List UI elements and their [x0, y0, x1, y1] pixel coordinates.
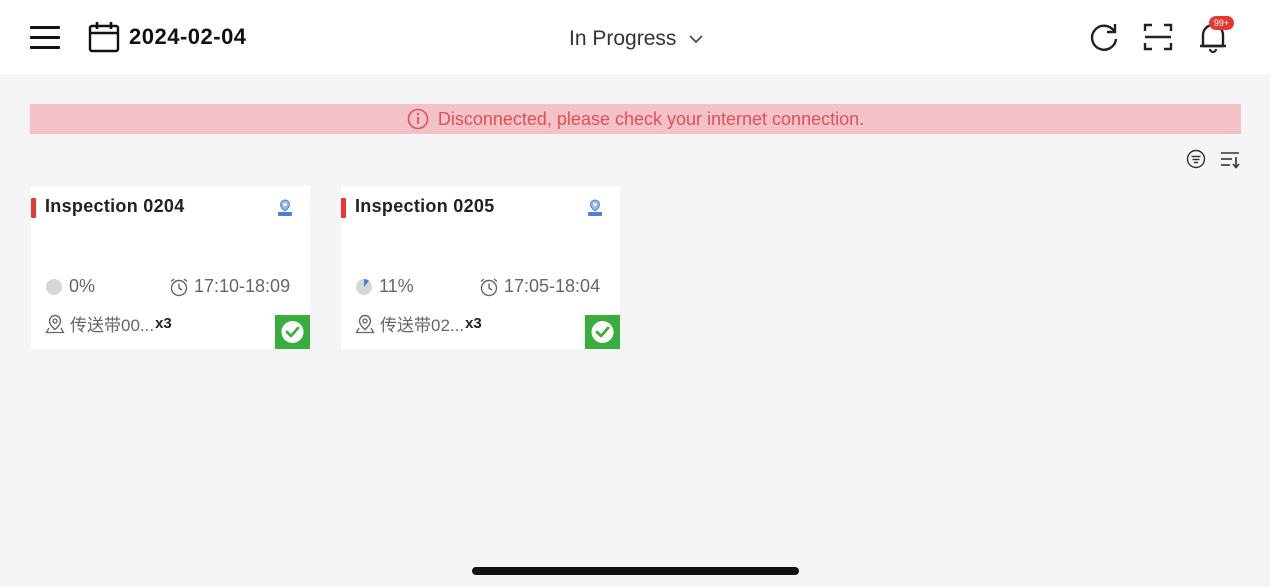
refresh-icon[interactable]	[1088, 20, 1120, 54]
task-title: Inspection 0205	[355, 196, 495, 216]
filter-icon[interactable]	[1185, 148, 1207, 170]
connection-alert-banner: Disconnected, please check your internet…	[30, 104, 1241, 134]
time-range: 17:05-18:04	[479, 276, 600, 297]
task-card[interactable]: Inspection 0205 11% 17:05-18:04 传送带02...…	[341, 186, 620, 349]
status-filter-dropdown[interactable]: In Progress	[569, 24, 704, 54]
notification-badge: 99+	[1209, 16, 1234, 30]
selected-date[interactable]: 2024-02-04	[129, 22, 247, 52]
scan-icon[interactable]	[1142, 20, 1174, 54]
alarm-clock-icon	[480, 277, 498, 296]
sort-icon[interactable]	[1219, 148, 1241, 170]
chevron-down-icon	[689, 35, 703, 44]
location-pin-icon	[45, 314, 65, 333]
calendar-icon[interactable]	[88, 21, 120, 53]
location-check-icon	[278, 199, 292, 216]
info-icon	[407, 108, 429, 130]
status-filter-label: In Progress	[569, 27, 677, 50]
menu-icon[interactable]	[30, 24, 62, 50]
time-range: 17:10-18:09	[169, 276, 290, 297]
priority-indicator	[341, 198, 346, 218]
progress-text: 11%	[379, 276, 414, 296]
location-count: x3	[465, 315, 482, 332]
location-text: 传送带02...	[380, 316, 465, 335]
task-card[interactable]: Inspection 0204 0% 17:10-18:09 传送带00... …	[31, 186, 310, 349]
check-circle-icon	[591, 321, 614, 343]
progress-pie-icon	[356, 278, 372, 295]
progress-indicator: 11%	[355, 276, 414, 297]
location-pin-icon	[355, 314, 375, 333]
alarm-clock-icon	[170, 277, 188, 296]
progress-indicator: 0%	[45, 276, 95, 297]
task-location: 传送带00... x3	[45, 311, 172, 336]
task-location: 传送带02... x3	[355, 311, 482, 336]
progress-text: 0%	[69, 276, 96, 296]
top-bar: 2024-02-04 In Progress 99+	[0, 0, 1270, 74]
priority-indicator	[31, 198, 36, 218]
time-range-text: 17:10-18:09	[194, 276, 291, 296]
completed-badge	[275, 315, 310, 349]
alert-message: Disconnected, please check your internet…	[437, 108, 865, 129]
location-count: x3	[155, 315, 172, 332]
location-check-icon	[588, 199, 602, 216]
completed-badge	[585, 315, 620, 349]
time-range-text: 17:05-18:04	[504, 276, 601, 296]
location-text: 传送带00...	[70, 316, 155, 335]
task-title: Inspection 0204	[45, 196, 185, 216]
check-circle-icon	[281, 321, 304, 343]
home-indicator[interactable]	[472, 567, 799, 575]
progress-pie-icon	[46, 278, 62, 295]
